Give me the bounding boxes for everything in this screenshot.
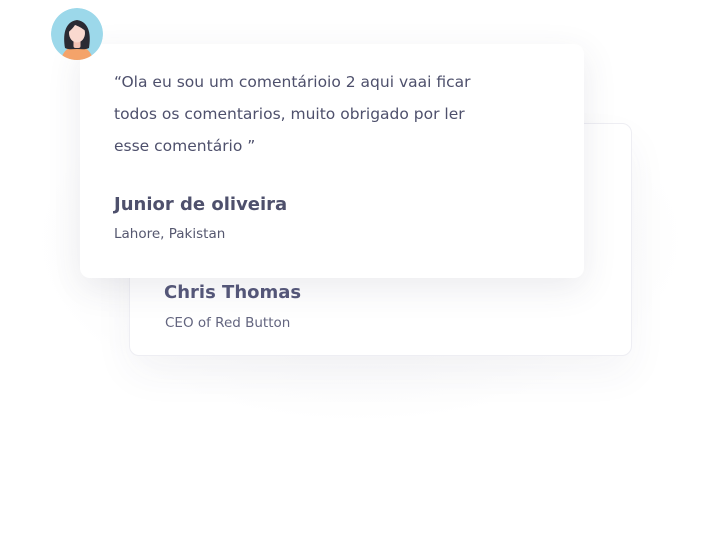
testimonial-author-name: Junior de oliveira [114,194,288,215]
woman-avatar-icon [51,8,103,60]
testimonial-card-front[interactable]: “Ola eu sou um comentárioio 2 aqui vaai … [80,44,584,278]
testimonial-quote: “Ola eu sou um comentárioio 2 aqui vaai … [114,73,471,155]
testimonial-author-role: CEO of Red Button [165,315,291,331]
testimonial-author-name: Chris Thomas [164,282,302,303]
testimonial-author-location: Lahore, Pakistan [114,226,226,242]
